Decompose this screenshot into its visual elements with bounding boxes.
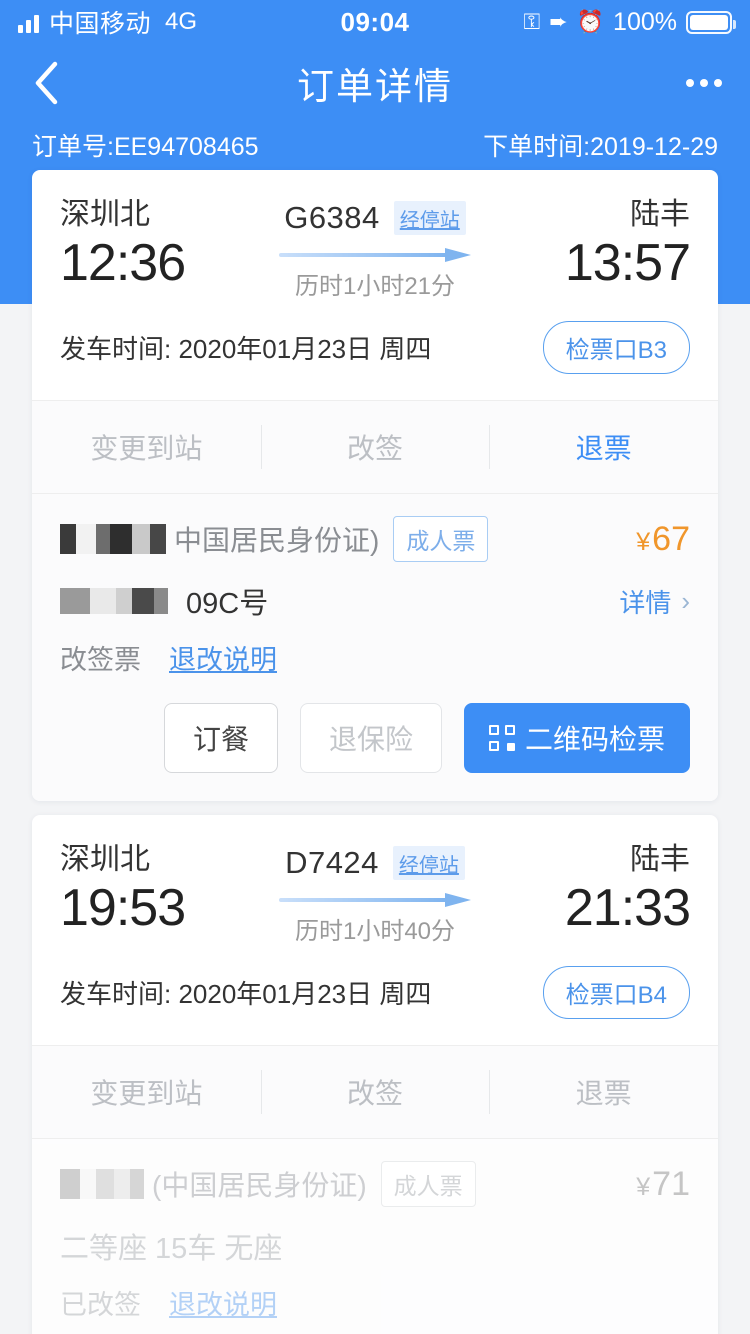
trip-duration: 历时1小时21分 <box>294 273 456 300</box>
trip-middle: D7424 经停站 历时1小时40分 <box>240 841 510 946</box>
refund-policy-link[interactable]: 退改说明 <box>169 638 277 677</box>
stops-badge[interactable]: 经停站 <box>393 201 466 235</box>
departure-block: 深圳北 12:36 <box>60 196 240 292</box>
refund-action[interactable]: 退票 <box>489 427 718 467</box>
seat-row: 二等座 15车 无座 <box>60 1225 690 1267</box>
trip-summary: 深圳北 12:36 G6384 经停站 历时1小时21分 陆丰 13:57 <box>32 170 718 321</box>
navigation-bar: 订单详情 <box>0 44 750 122</box>
ticket-card: 深圳北 19:53 D7424 经停站 历时1小时40分 陆丰 21:33 发车… <box>32 815 718 1334</box>
passenger-id-type: (中国居民身份证) <box>152 1170 367 1201</box>
passenger-status-row: 改签票 退改说明 <box>60 638 690 703</box>
currency-symbol: ¥ <box>636 1172 651 1201</box>
status-bar: 中国移动 4G 09:04 ⚿ ➨ ⏰ 100% <box>0 0 750 44</box>
direction-arrow-icon <box>279 893 471 907</box>
order-detail-screen: 中国移动 4G 09:04 ⚿ ➨ ⏰ 100% 订单详情 订单号:EE9470… <box>0 0 750 1334</box>
chevron-left-icon <box>35 61 58 105</box>
arrival-block: 陆丰 13:57 <box>510 196 691 292</box>
arrival-time: 13:57 <box>564 233 691 292</box>
ellipsis-icon <box>686 79 694 87</box>
gate-badge[interactable]: 检票口B4 <box>542 966 690 1019</box>
price-value: 71 <box>652 1164 690 1203</box>
ticket-button-row: 订餐 退保险 二维码检票 <box>32 703 718 801</box>
seat-number: 09C号 <box>186 588 269 620</box>
refund-insurance-button[interactable]: 退保险 <box>299 703 442 773</box>
departure-time: 19:53 <box>60 878 186 937</box>
page-title: 订单详情 <box>297 66 453 107</box>
alarm-clock-icon: ⏰ <box>576 9 605 34</box>
arrival-block: 陆丰 21:33 <box>510 841 691 937</box>
price-value: 67 <box>652 519 690 558</box>
ticket-state: 已改签 <box>60 1290 141 1320</box>
reschedule-action[interactable]: 改签 <box>261 427 490 467</box>
ticket-type-badge: 成人票 <box>380 1161 476 1207</box>
arrival-time: 21:33 <box>564 878 691 937</box>
currency-symbol: ¥ <box>636 527 651 556</box>
from-station: 深圳北 <box>60 198 150 231</box>
ticket-price: ¥67 <box>636 520 690 559</box>
seat-row: 09C号 详情 › <box>60 580 690 622</box>
from-station: 深圳北 <box>60 843 150 876</box>
to-station: 陆丰 <box>630 843 690 876</box>
battery-percent-label: 100% <box>613 7 677 36</box>
change-destination-action[interactable]: 变更到站 <box>32 1072 261 1112</box>
passenger-block: 中国居民身份证) 成人票 ¥67 09C号 详情 › 改签票 退改说明 <box>32 494 718 703</box>
ticket-actions: 变更到站 改签 退票 <box>32 1046 718 1138</box>
passenger-header: (中国居民身份证) 成人票 ¥71 <box>60 1161 690 1207</box>
departure-date: 发车时间: 2020年01月23日 周四 <box>60 334 432 364</box>
passenger-id-type: 中国居民身份证) <box>174 525 380 556</box>
change-destination-action[interactable]: 变更到站 <box>32 427 261 467</box>
stops-badge[interactable]: 经停站 <box>392 846 465 880</box>
refund-action[interactable]: 退票 <box>489 1072 718 1112</box>
gate-badge[interactable]: 检票口B3 <box>542 321 690 374</box>
battery-icon <box>686 10 736 34</box>
qr-check-in-button[interactable]: 二维码检票 <box>463 703 690 773</box>
redacted-seat-mosaic <box>60 588 168 614</box>
departure-date: 发车时间: 2020年01月23日 周四 <box>60 979 432 1009</box>
detail-label: 详情 <box>619 587 672 618</box>
refund-policy-link[interactable]: 退改说明 <box>169 1283 277 1322</box>
status-bar-right: ⚿ ➨ ⏰ 100% <box>523 7 736 37</box>
ticket-detail-link[interactable]: 详情 › <box>619 583 690 620</box>
order-number: 订单号:EE94708465 <box>32 133 259 161</box>
departure-date-row: 发车时间: 2020年01月23日 周四 检票口B4 <box>32 966 718 1045</box>
to-station: 陆丰 <box>630 198 690 231</box>
trip-summary: 深圳北 19:53 D7424 经停站 历时1小时40分 陆丰 21:33 <box>32 815 718 966</box>
departure-time: 12:36 <box>60 233 186 292</box>
redacted-name-mosaic <box>60 524 166 554</box>
departure-date-row: 发车时间: 2020年01月23日 周四 检票口B3 <box>32 321 718 400</box>
rotation-lock-icon: ⚿ <box>523 9 541 34</box>
ticket-actions: 变更到站 改签 退票 <box>32 401 718 493</box>
trip-duration: 历时1小时40分 <box>294 918 456 945</box>
location-arrow-icon: ➨ <box>549 9 568 34</box>
ticket-type-badge: 成人票 <box>393 516 489 562</box>
order-created-time: 下单时间:2019-12-29 <box>483 133 718 161</box>
train-number: D7424 <box>285 845 379 880</box>
direction-arrow-icon <box>279 248 471 262</box>
ticket-price: ¥71 <box>636 1165 690 1204</box>
departure-block: 深圳北 19:53 <box>60 841 240 937</box>
trip-middle: G6384 经停站 历时1小时21分 <box>240 196 510 301</box>
passenger-header: 中国居民身份证) 成人票 ¥67 <box>60 516 690 562</box>
chevron-right-icon: › <box>681 585 690 616</box>
seat-info: 二等座 15车 无座 <box>60 1233 283 1265</box>
qr-code-icon <box>488 725 515 751</box>
ticket-card: 深圳北 12:36 G6384 经停站 历时1小时21分 陆丰 13:57 发车… <box>32 170 718 801</box>
more-options-button[interactable] <box>658 44 750 122</box>
redacted-name-mosaic <box>60 1169 144 1199</box>
order-meal-button[interactable]: 订餐 <box>163 703 278 773</box>
ticket-state: 改签票 <box>60 645 141 675</box>
qr-check-in-label: 二维码检票 <box>524 724 665 755</box>
order-meta: 订单号:EE94708465 下单时间:2019-12-29 <box>0 122 750 168</box>
reschedule-action[interactable]: 改签 <box>261 1072 490 1112</box>
seat-info: 09C号 <box>60 580 268 622</box>
train-number: G6384 <box>284 200 380 235</box>
passenger-status-row: 已改签 退改说明 <box>60 1283 690 1334</box>
passenger-block: (中国居民身份证) 成人票 ¥71 二等座 15车 无座 已改签 退改说明 <box>32 1139 718 1334</box>
back-button[interactable] <box>0 44 92 122</box>
